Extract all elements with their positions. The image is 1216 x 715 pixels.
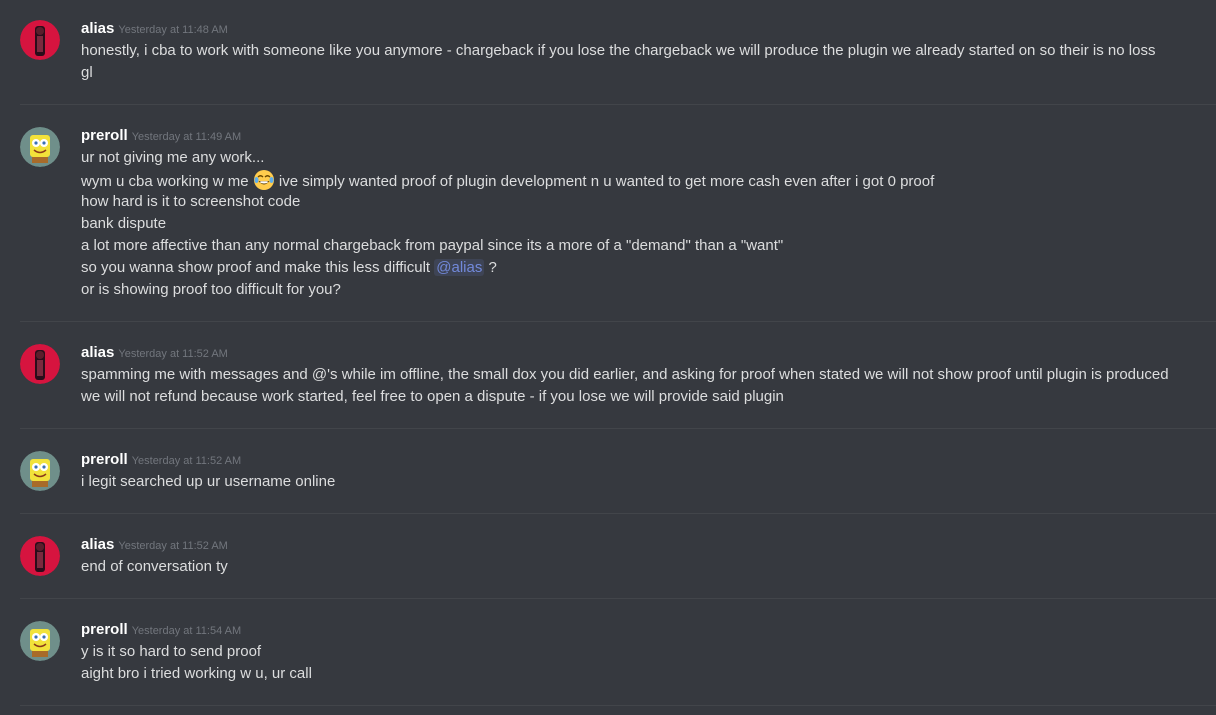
avatar-alias[interactable] [20, 536, 60, 576]
message-divider [20, 104, 1216, 105]
timestamp: Yesterday at 11:52 AM [118, 540, 228, 552]
message-header: alias Yesterday at 11:52 AM [81, 536, 228, 556]
message-line: gl [81, 64, 93, 81]
message-line: y is it so hard to send proof [81, 643, 262, 660]
message-line: aight bro i tried working w u, ur call [81, 665, 312, 682]
message-divider [20, 428, 1216, 429]
timestamp: Yesterday at 11:52 AM [118, 348, 228, 360]
user-mention[interactable]: @alias [434, 259, 485, 276]
username[interactable]: alias [81, 536, 114, 553]
timestamp: Yesterday at 11:48 AM [118, 24, 228, 36]
message-divider [20, 321, 1216, 322]
message-text: ive simply wanted proof of plugin develo… [274, 173, 935, 190]
message-line: or is showing proof too difficult for yo… [81, 281, 341, 298]
username[interactable]: preroll [81, 621, 128, 638]
message-header: preroll Yesterday at 11:49 AM [81, 127, 241, 147]
message-text: so you wanna show proof and make this le… [81, 259, 435, 276]
message-line: ur not giving me any work... [81, 149, 265, 166]
avatar-preroll[interactable] [20, 621, 60, 661]
message-text: ? [484, 259, 497, 276]
avatar-alias[interactable] [20, 20, 60, 60]
timestamp: Yesterday at 11:52 AM [131, 455, 242, 467]
message-line: a lot more affective than any normal cha… [81, 237, 784, 254]
message-divider [20, 705, 1216, 706]
timestamp: Yesterday at 11:49 AM [131, 131, 242, 143]
message-header: preroll Yesterday at 11:54 AM [81, 621, 241, 641]
message-divider [20, 513, 1216, 514]
message-line: end of conversation ty [81, 558, 228, 575]
message-line: honestly, i cba to work with someone lik… [81, 42, 1156, 59]
message-text: wym u cba working w me [81, 173, 253, 190]
message-line: i legit searched up ur username online [81, 473, 336, 490]
message-line: wym u cba working w me ive simply wanted… [81, 169, 934, 193]
avatar-alias[interactable] [20, 344, 60, 384]
avatar-preroll[interactable] [20, 127, 60, 167]
timestamp: Yesterday at 11:54 AM [131, 625, 242, 637]
message-line: spamming me with messages and @'s while … [81, 366, 1169, 383]
avatar-preroll[interactable] [20, 451, 60, 491]
message-divider [20, 598, 1216, 599]
chat-messages: alias Yesterday at 11:48 AM honestly, i c… [0, 0, 1216, 715]
message-header: alias Yesterday at 11:48 AM [81, 20, 228, 40]
message-header: alias Yesterday at 11:52 AM [81, 344, 228, 364]
message-header: preroll Yesterday at 11:52 AM [81, 451, 241, 471]
username[interactable]: preroll [81, 127, 128, 144]
message-line: bank dispute [81, 215, 167, 232]
message-line: how hard is it to screenshot code [81, 193, 301, 210]
username[interactable]: preroll [81, 451, 128, 468]
joy-emoji-icon[interactable] [253, 169, 275, 191]
username[interactable]: alias [81, 20, 114, 37]
message-line: so you wanna show proof and make this le… [81, 257, 497, 279]
message-line: we will not refund because work started,… [81, 388, 784, 405]
username[interactable]: alias [81, 344, 114, 361]
